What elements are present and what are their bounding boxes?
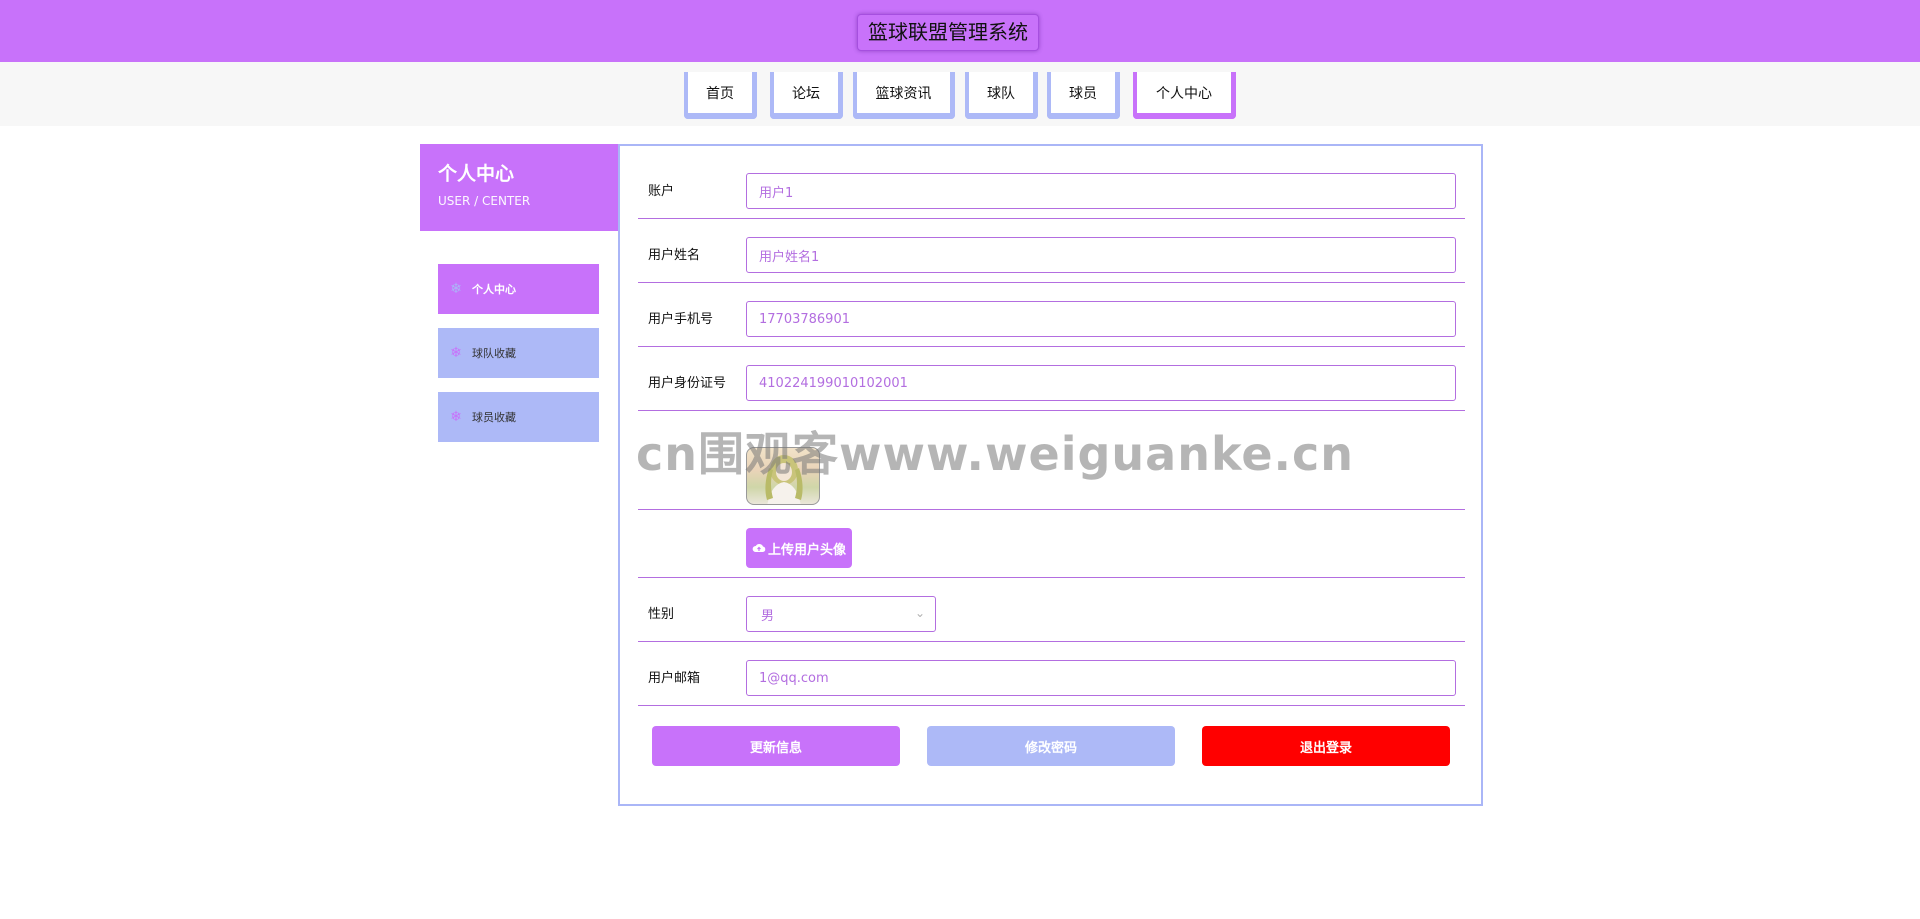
email-label: 用户邮箱 (648, 671, 701, 686)
form-row-account: 账户 用户1 (638, 146, 1465, 219)
form-row-gender: 性别 男 ⌄ (638, 578, 1465, 642)
email-input[interactable]: 1@qq.com (746, 660, 1456, 696)
snowflake-icon: ❄ (450, 409, 462, 425)
nav-players[interactable]: 球员 (1047, 72, 1120, 119)
name-input[interactable]: 用户姓名1 (746, 237, 1456, 273)
avatar-image (765, 455, 803, 504)
phone-input[interactable]: 17703786901 (746, 301, 1456, 337)
form-row-name: 用户姓名 用户姓名1 (638, 219, 1465, 283)
sidebar-item-player-favorites[interactable]: ❄ 球员收藏 (438, 392, 599, 442)
sidebar-item-label: 球员收藏 (472, 411, 516, 424)
main-nav: 首页 论坛 篮球资讯 球队 球员 个人中心 (0, 62, 1920, 126)
form-row-phone: 用户手机号 17703786901 (638, 283, 1465, 347)
form-row-avatar (638, 411, 1465, 510)
nav-basketball-news[interactable]: 篮球资讯 (853, 72, 955, 119)
upload-avatar-label: 上传用户头像 (767, 542, 846, 558)
sidebar-subtitle: USER / CENTER (438, 194, 531, 208)
cloud-upload-icon (752, 543, 766, 552)
top-header: 篮球联盟管理系统 (0, 0, 1920, 62)
sidebar-item-user-center[interactable]: ❄ 个人中心 (438, 264, 599, 314)
form-row-email: 用户邮箱 1@qq.com (638, 642, 1465, 706)
nav-home[interactable]: 首页 (684, 72, 757, 119)
sidebar-item-team-favorites[interactable]: ❄ 球队收藏 (438, 328, 599, 378)
snowflake-icon: ❄ (450, 281, 462, 297)
logout-button[interactable]: 退出登录 (1202, 726, 1450, 766)
nav-teams[interactable]: 球队 (965, 72, 1038, 119)
phone-label: 用户手机号 (648, 312, 714, 327)
chevron-down-icon: ⌄ (914, 606, 925, 620)
sidebar-title: 个人中心 (438, 163, 515, 185)
nav-user-center[interactable]: 个人中心 (1133, 72, 1236, 119)
gender-select[interactable]: 男 ⌄ (746, 596, 936, 632)
change-password-button[interactable]: 修改密码 (927, 726, 1175, 766)
sidebar-header: 个人中心 USER / CENTER (420, 144, 618, 231)
name-label: 用户姓名 (648, 248, 701, 263)
sidebar-item-label: 个人中心 (472, 283, 516, 296)
account-label: 账户 (648, 184, 675, 199)
upload-avatar-button[interactable]: 上传用户头像 (746, 528, 852, 568)
snowflake-icon: ❄ (450, 345, 462, 361)
idcard-label: 用户身份证号 (648, 376, 727, 391)
gender-value: 男 (761, 608, 775, 624)
gender-label: 性别 (648, 607, 675, 622)
update-info-button[interactable]: 更新信息 (652, 726, 900, 766)
avatar (746, 447, 820, 505)
idcard-input[interactable]: 410224199010102001 (746, 365, 1456, 401)
sidebar-item-label: 球队收藏 (472, 347, 516, 360)
form-row-upload: 上传用户头像 (638, 510, 1465, 578)
profile-form-panel: 账户 用户1 用户姓名 用户姓名1 用户手机号 17703786901 用户身份… (618, 144, 1483, 806)
site-title: 篮球联盟管理系统 (857, 14, 1039, 51)
form-row-idcard: 用户身份证号 410224199010102001 (638, 347, 1465, 411)
nav-forum[interactable]: 论坛 (770, 72, 843, 119)
account-input[interactable]: 用户1 (746, 173, 1456, 209)
